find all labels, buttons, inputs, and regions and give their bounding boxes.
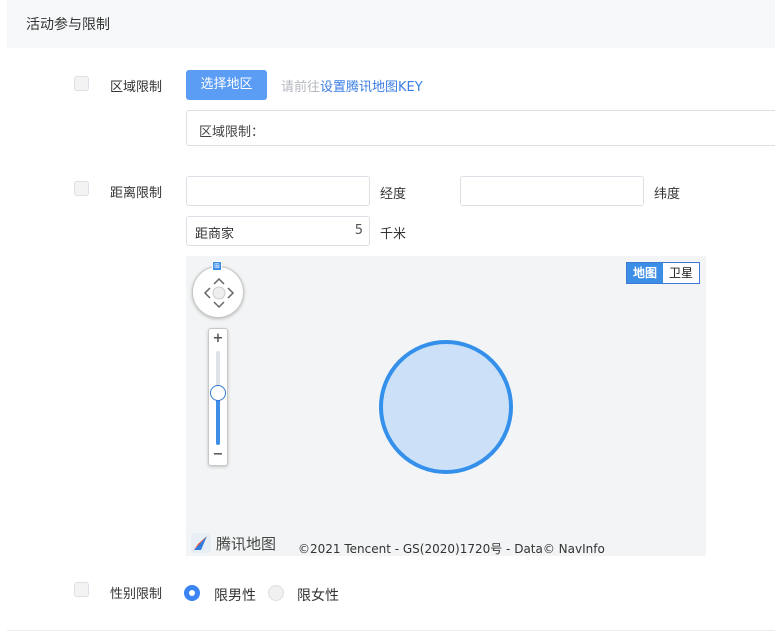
zoom-slider-handle[interactable] [210, 385, 226, 402]
distance-limit-label: 距离限制 [110, 186, 163, 201]
distance-unit: 千米 [380, 227, 407, 242]
map-pan-control[interactable] [192, 266, 244, 318]
zoom-slider-fill [216, 393, 220, 445]
tencent-map-logo-text: 腾讯地图 [216, 534, 277, 553]
tencent-map-logo-icon [191, 533, 211, 553]
compass-icon[interactable]: ⊞ [212, 261, 222, 271]
region-limit-label: 区域限制 [110, 80, 163, 95]
distance-value: 5 [354, 223, 363, 238]
gender-male-label[interactable]: 限男性 [214, 585, 256, 605]
longitude-unit: 经度 [380, 187, 407, 202]
gender-female-radio[interactable] [268, 585, 284, 601]
distance-prefix: 距商家 [195, 227, 235, 242]
distance-input[interactable]: 距商家 5 [186, 216, 370, 246]
divider [7, 630, 775, 631]
latitude-unit: 纬度 [654, 187, 681, 202]
zoom-out-button[interactable]: − [209, 447, 227, 463]
map-copyright: ©2021 Tencent - GS(2020)1720号 - Data© Na… [298, 542, 605, 556]
map-type-satellite-button[interactable]: 卫星 [663, 263, 699, 283]
map-key-hint-prefix: 请前往 [281, 80, 321, 95]
region-field-label: 区域限制： [199, 125, 265, 140]
map-type-map-button[interactable]: 地图 [626, 263, 663, 283]
map-key-hint: 请前往设置腾讯地图KEY [281, 76, 423, 95]
gender-female-label[interactable]: 限女性 [297, 585, 339, 605]
longitude-input[interactable] [186, 176, 370, 206]
distance-limit-checkbox[interactable] [74, 181, 89, 196]
section-header: 活动参与限制 [7, 0, 775, 48]
map-zoom-control[interactable]: + − [208, 328, 228, 466]
map-canvas[interactable]: 地图 卫星 ⊞ + − 腾讯地图 ©2021 Tencent - GS(2020… [186, 256, 706, 556]
select-region-button[interactable]: 选择地区 [186, 70, 267, 100]
zoom-in-button[interactable]: + [209, 331, 227, 347]
region-limit-checkbox[interactable] [74, 76, 89, 91]
pan-arrows-icon [203, 277, 235, 309]
gender-limit-label: 性别限制 [110, 587, 163, 602]
map-type-switch: 地图 卫星 [625, 262, 700, 284]
distance-radius-circle [379, 340, 513, 474]
gender-male-radio[interactable] [184, 585, 200, 601]
region-display-field: 区域限制： [186, 110, 775, 146]
gender-limit-checkbox[interactable] [74, 582, 89, 597]
map-key-settings-link[interactable]: 设置腾讯地图KEY [320, 80, 423, 95]
section-title: 活动参与限制 [26, 17, 110, 33]
tencent-map-logo: 腾讯地图 [190, 532, 276, 554]
latitude-input[interactable] [460, 176, 644, 206]
